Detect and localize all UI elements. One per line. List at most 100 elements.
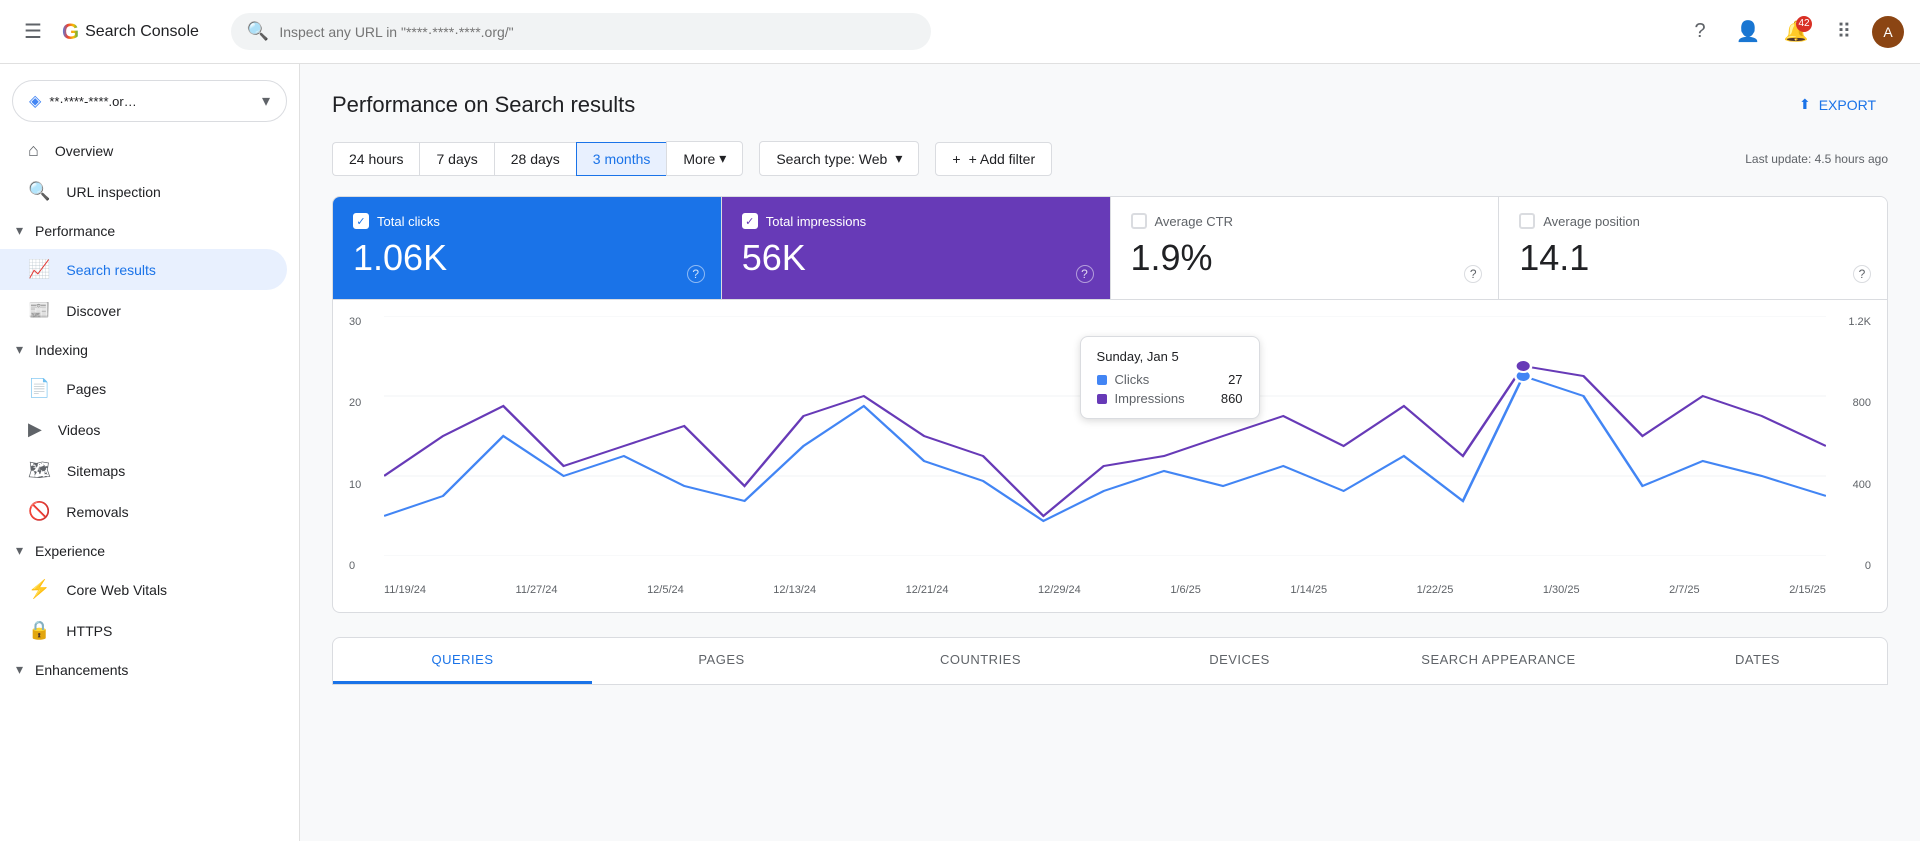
apps-button[interactable]: ⠿ (1824, 12, 1864, 52)
position-help-button[interactable]: ? (1853, 265, 1871, 283)
chart-y-left: 30 20 10 0 (349, 316, 379, 576)
url-inspect-input[interactable] (279, 24, 915, 40)
x-label: 1/6/25 (1170, 584, 1201, 596)
sidebar-item-label: URL inspection (66, 184, 160, 200)
chart-wrapper: 30 20 10 0 1.2K 800 400 0 (349, 316, 1871, 576)
sidebar-item-url-inspection[interactable]: 🔍 URL inspection (0, 171, 287, 212)
tab-dates[interactable]: DATES (1628, 638, 1887, 684)
y-right-label: 1.2K (1831, 316, 1871, 328)
x-label: 12/21/24 (906, 584, 949, 596)
metric-cards: Total clicks 1.06K ? Total impressions 5… (332, 196, 1888, 300)
sidebar-section-experience[interactable]: ▾ Experience (0, 532, 299, 569)
collapse-icon: ▾ (16, 661, 23, 678)
app-logo: G Search Console (62, 19, 199, 45)
y-label: 0 (349, 560, 379, 572)
search-icon: 🔍 (28, 181, 50, 202)
metric-card-ctr: Average CTR 1.9% ? (1111, 197, 1500, 299)
tab-search-appearance[interactable]: SEARCH APPEARANCE (1369, 638, 1628, 684)
url-inspect-search[interactable]: 🔍 (231, 13, 931, 50)
tab-queries[interactable]: QUERIES (333, 638, 592, 684)
site-selector-text: **·****-****.or… (49, 94, 254, 109)
y-label: 20 (349, 397, 379, 409)
sidebar-item-videos[interactable]: ▶ Videos (0, 409, 287, 450)
tab-devices[interactable]: DEVICES (1110, 638, 1369, 684)
chevron-down-icon: ▾ (895, 150, 902, 167)
accounts-button[interactable]: 👤 (1728, 12, 1768, 52)
tooltip-impressions-label: Impressions (1115, 391, 1213, 406)
ctr-help-button[interactable]: ? (1464, 265, 1482, 283)
sidebar-item-label: Videos (58, 422, 101, 438)
filter-7d[interactable]: 7 days (419, 142, 493, 176)
y-label: 10 (349, 479, 379, 491)
site-selector-icon: ◈ (29, 91, 41, 111)
sidebar-item-search-results[interactable]: 📈 Search results (0, 249, 287, 290)
filter-label: Search type: Web (776, 151, 887, 167)
sidebar-item-label: Overview (55, 143, 113, 159)
filter-3months[interactable]: 3 months (576, 142, 667, 176)
clicks-label: Total clicks (377, 214, 440, 229)
sidebar-item-label: Discover (66, 303, 120, 319)
menu-icon[interactable]: ☰ (16, 11, 50, 52)
sidebar-item-label: Pages (66, 381, 106, 397)
tooltip-impressions-value: 860 (1221, 391, 1243, 406)
video-icon: ▶ (28, 419, 42, 440)
search-type-filter[interactable]: Search type: Web ▾ (759, 141, 919, 176)
add-filter-label: + Add filter (969, 151, 1036, 167)
page-title: Performance on Search results (332, 92, 635, 118)
sidebar-item-discover[interactable]: 📰 Discover (0, 290, 287, 331)
notifications-button[interactable]: 🔔 42 (1776, 12, 1816, 52)
filter-more[interactable]: More ▾ (666, 141, 743, 176)
tooltip-clicks-dot (1097, 375, 1107, 385)
filter-28d[interactable]: 28 days (494, 142, 576, 176)
google-logo-g: G (62, 19, 79, 45)
sidebar-section-performance[interactable]: ▾ Performance (0, 212, 299, 249)
site-selector[interactable]: ◈ **·****-****.or… ▾ (12, 80, 287, 122)
impressions-help-button[interactable]: ? (1076, 265, 1094, 283)
section-label: Experience (35, 543, 105, 559)
home-icon: ⌂ (28, 140, 39, 161)
collapse-icon: ▾ (16, 341, 23, 358)
x-label: 12/29/24 (1038, 584, 1081, 596)
position-label: Average position (1543, 214, 1640, 229)
main-layout: ◈ **·****-****.or… ▾ ⌂ Overview 🔍 URL in… (0, 64, 1920, 841)
position-value: 14.1 (1519, 237, 1867, 279)
add-filter-button[interactable]: + + Add filter (935, 142, 1052, 176)
collapse-icon: ▾ (16, 222, 23, 239)
sidebar-item-overview[interactable]: ⌂ Overview (0, 130, 287, 171)
metric-card-impressions: Total impressions 56K ? (722, 197, 1111, 299)
y-right-label: 800 (1831, 397, 1871, 409)
topbar-right: ? 👤 🔔 42 ⠿ A (1680, 12, 1904, 52)
sidebar-item-https[interactable]: 🔒 HTTPS (0, 610, 287, 651)
help-button[interactable]: ? (1680, 12, 1720, 52)
position-checkbox[interactable] (1519, 213, 1535, 229)
chart-container: 30 20 10 0 1.2K 800 400 0 (332, 300, 1888, 613)
remove-icon: 🚫 (28, 501, 50, 522)
discover-icon: 📰 (28, 300, 50, 321)
user-avatar[interactable]: A (1872, 16, 1904, 48)
sidebar-item-removals[interactable]: 🚫 Removals (0, 491, 287, 532)
clicks-checkbox[interactable] (353, 213, 369, 229)
x-label: 1/22/25 (1417, 584, 1454, 596)
pages-icon: 📄 (28, 378, 50, 399)
filter-24h[interactable]: 24 hours (332, 142, 419, 176)
section-label: Indexing (35, 342, 88, 358)
tab-countries[interactable]: COUNTRIES (851, 638, 1110, 684)
x-label: 1/14/25 (1290, 584, 1327, 596)
sidebar-item-core-web-vitals[interactable]: ⚡ Core Web Vitals (0, 569, 287, 610)
ctr-checkbox[interactable] (1131, 213, 1147, 229)
tooltip-clicks-value: 27 (1228, 372, 1242, 387)
tab-pages[interactable]: PAGES (592, 638, 851, 684)
x-label: 11/19/24 (384, 584, 426, 596)
sidebar-item-pages[interactable]: 📄 Pages (0, 368, 287, 409)
sidebar-section-enhancements[interactable]: ▾ Enhancements (0, 651, 299, 688)
clicks-help-button[interactable]: ? (687, 265, 705, 283)
section-label: Performance (35, 223, 115, 239)
sidebar-item-sitemaps[interactable]: 🗺 Sitemaps (0, 450, 287, 491)
x-label: 2/7/25 (1669, 584, 1700, 596)
x-label: 1/30/25 (1543, 584, 1580, 596)
sidebar-section-indexing[interactable]: ▾ Indexing (0, 331, 299, 368)
impressions-checkbox[interactable] (742, 213, 758, 229)
y-label: 30 (349, 316, 379, 328)
export-button[interactable]: ⬆ EXPORT (1787, 88, 1888, 121)
export-icon: ⬆ (1799, 96, 1811, 113)
